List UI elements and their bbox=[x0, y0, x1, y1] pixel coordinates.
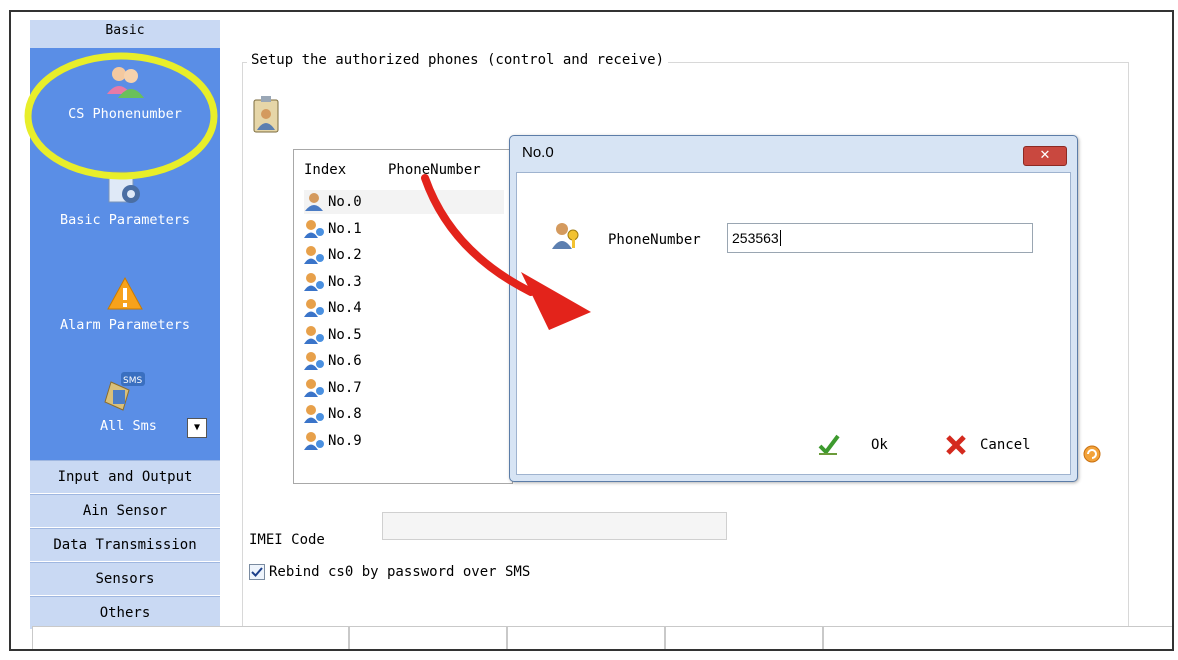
user-icon bbox=[304, 299, 324, 317]
dropdown-arrow-icon[interactable]: ▼ bbox=[187, 418, 207, 438]
rebind-option[interactable]: Rebind cs0 by password over SMS bbox=[249, 564, 530, 580]
status-bar bbox=[32, 626, 1172, 649]
sidebar-item-alarm-parameters[interactable]: Alarm Parameters bbox=[30, 275, 220, 333]
user-icon bbox=[304, 432, 324, 450]
dialog-close-button[interactable]: ✕ bbox=[1023, 146, 1067, 166]
user-icon bbox=[304, 379, 324, 397]
highlight-circle bbox=[24, 52, 218, 180]
user-icon bbox=[304, 273, 324, 291]
list-item[interactable]: No.3 bbox=[304, 270, 362, 294]
sidebar-section-sensors[interactable]: Sensors bbox=[30, 562, 220, 595]
rebind-checkbox[interactable] bbox=[249, 564, 265, 580]
imei-label: IMEI Code bbox=[249, 532, 325, 548]
app-window: Basic CS Phonenumber Basic Parameters Al… bbox=[9, 10, 1174, 651]
sms-icon: SMS bbox=[104, 372, 145, 411]
phonenumber-label: PhoneNumber bbox=[608, 232, 701, 248]
sidebar-item-all-sms[interactable]: SMS All Sms ▼ bbox=[30, 370, 220, 440]
group-title: Setup the authorized phones (control and… bbox=[247, 52, 669, 68]
status-segment bbox=[507, 626, 665, 649]
phonenumber-input[interactable]: 253563 bbox=[727, 223, 1033, 253]
sidebar-section-others[interactable]: Others bbox=[30, 596, 220, 629]
cancel-x-icon bbox=[946, 435, 966, 455]
status-segment bbox=[349, 626, 507, 649]
user-icon bbox=[304, 405, 324, 423]
rebind-label: Rebind cs0 by password over SMS bbox=[269, 564, 531, 580]
annotation-arrow bbox=[421, 174, 591, 330]
user-icon bbox=[304, 246, 324, 264]
sidebar: Basic CS Phonenumber Basic Parameters Al… bbox=[24, 20, 220, 632]
cancel-button[interactable]: Cancel bbox=[944, 433, 1031, 457]
refresh-icon[interactable] bbox=[1082, 444, 1102, 464]
list-item[interactable]: No.8 bbox=[304, 402, 362, 426]
checkmark-icon bbox=[251, 567, 263, 577]
imei-field[interactable] bbox=[382, 512, 727, 540]
sidebar-section-data-transmission[interactable]: Data Transmission bbox=[30, 528, 220, 561]
text-cursor bbox=[779, 230, 781, 246]
user-icon bbox=[304, 220, 324, 238]
status-segment bbox=[32, 626, 349, 649]
sidebar-item-label: Basic Parameters bbox=[59, 212, 191, 228]
status-segment bbox=[665, 626, 823, 649]
check-icon bbox=[818, 434, 840, 456]
ok-button[interactable]: Ok bbox=[817, 433, 888, 457]
list-item[interactable]: No.9 bbox=[304, 429, 362, 453]
svg-text:SMS: SMS bbox=[123, 376, 142, 386]
sidebar-section-input-output[interactable]: Input and Output bbox=[30, 460, 220, 493]
user-icon bbox=[304, 352, 324, 370]
user-icon bbox=[305, 193, 323, 211]
list-item[interactable]: No.2 bbox=[304, 243, 362, 267]
list-item[interactable]: No.1 bbox=[304, 217, 362, 241]
list-item[interactable]: No.5 bbox=[304, 323, 362, 347]
status-segment bbox=[823, 626, 1172, 649]
sidebar-item-label: Alarm Parameters bbox=[59, 317, 191, 333]
sidebar-item-label: All Sms bbox=[100, 418, 157, 434]
list-item[interactable]: No.7 bbox=[304, 376, 362, 400]
dialog-title: No.0 bbox=[522, 144, 554, 161]
sidebar-section-ain-sensor[interactable]: Ain Sensor bbox=[30, 494, 220, 527]
list-item[interactable]: No.6 bbox=[304, 349, 362, 373]
warning-icon bbox=[107, 276, 143, 310]
clipboard-user-icon bbox=[253, 96, 279, 133]
column-header-index[interactable]: Index bbox=[304, 162, 346, 178]
list-item[interactable]: No.4 bbox=[304, 296, 362, 320]
user-icon bbox=[304, 326, 324, 344]
